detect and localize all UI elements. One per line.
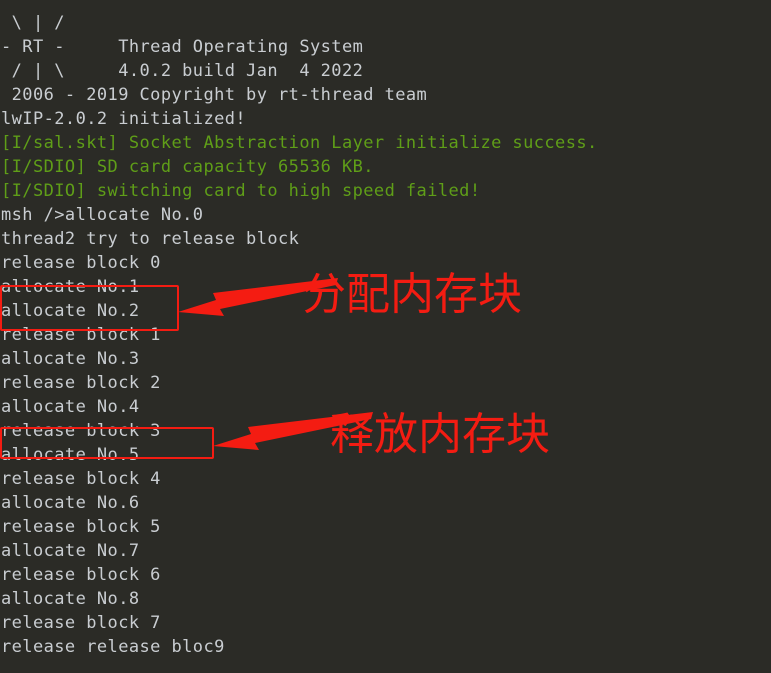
console-line: - RT - Thread Operating System	[1, 37, 364, 57]
console-line: lwIP-2.0.2 initialized!	[1, 109, 247, 129]
console-line: allocate No.5	[1, 445, 140, 465]
console-line: release block 2	[1, 373, 161, 393]
console-line: [I/sal.skt] Socket Abstraction Layer ini…	[1, 133, 598, 153]
console-line: / | \ 4.0.2 build Jan 4 2022	[1, 61, 364, 81]
console-line: release block 1	[1, 325, 161, 345]
console-line: allocate No.7	[1, 541, 140, 561]
console-line: [I/SDIO] SD card capacity 65536 KB.	[1, 157, 374, 177]
console-line: release block 5	[1, 517, 161, 537]
console-line: release block 0	[1, 253, 161, 273]
console-line: release block 4	[1, 469, 161, 489]
terminal-screenshot: \ | / - RT - Thread Operating System / | …	[0, 0, 771, 673]
console-output: \ | / - RT - Thread Operating System / | …	[0, 11, 771, 659]
console-line: 2006 - 2019 Copyright by rt-thread team	[1, 85, 428, 105]
console-line: release release bloc9	[1, 637, 225, 657]
console-line: [I/SDIO] switching card to high speed fa…	[1, 181, 481, 201]
console-line: allocate No.8	[1, 589, 140, 609]
console-line: allocate No.6	[1, 493, 140, 513]
console-line: thread2 try to release block	[1, 229, 300, 249]
console-line: allocate No.3	[1, 349, 140, 369]
console-line: allocate No.2	[1, 301, 140, 321]
console-line: release block 3	[1, 421, 161, 441]
console-line: allocate No.1	[1, 277, 140, 297]
console-line: release block 7	[1, 613, 161, 633]
console-line: allocate No.4	[1, 397, 140, 417]
console-line: \ | /	[1, 13, 65, 33]
console-line: msh />allocate No.0	[1, 205, 204, 225]
console-line: release block 6	[1, 565, 161, 585]
